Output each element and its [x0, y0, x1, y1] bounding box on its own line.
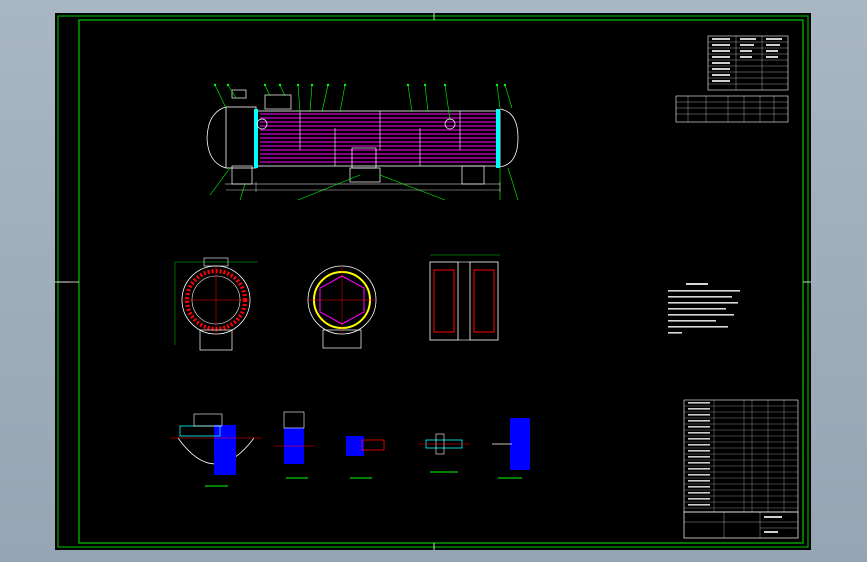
left-tubesheet — [254, 109, 258, 168]
cad-drawing — [55, 13, 811, 550]
cad-viewport[interactable] — [0, 0, 867, 562]
right-tubesheet — [496, 109, 500, 168]
